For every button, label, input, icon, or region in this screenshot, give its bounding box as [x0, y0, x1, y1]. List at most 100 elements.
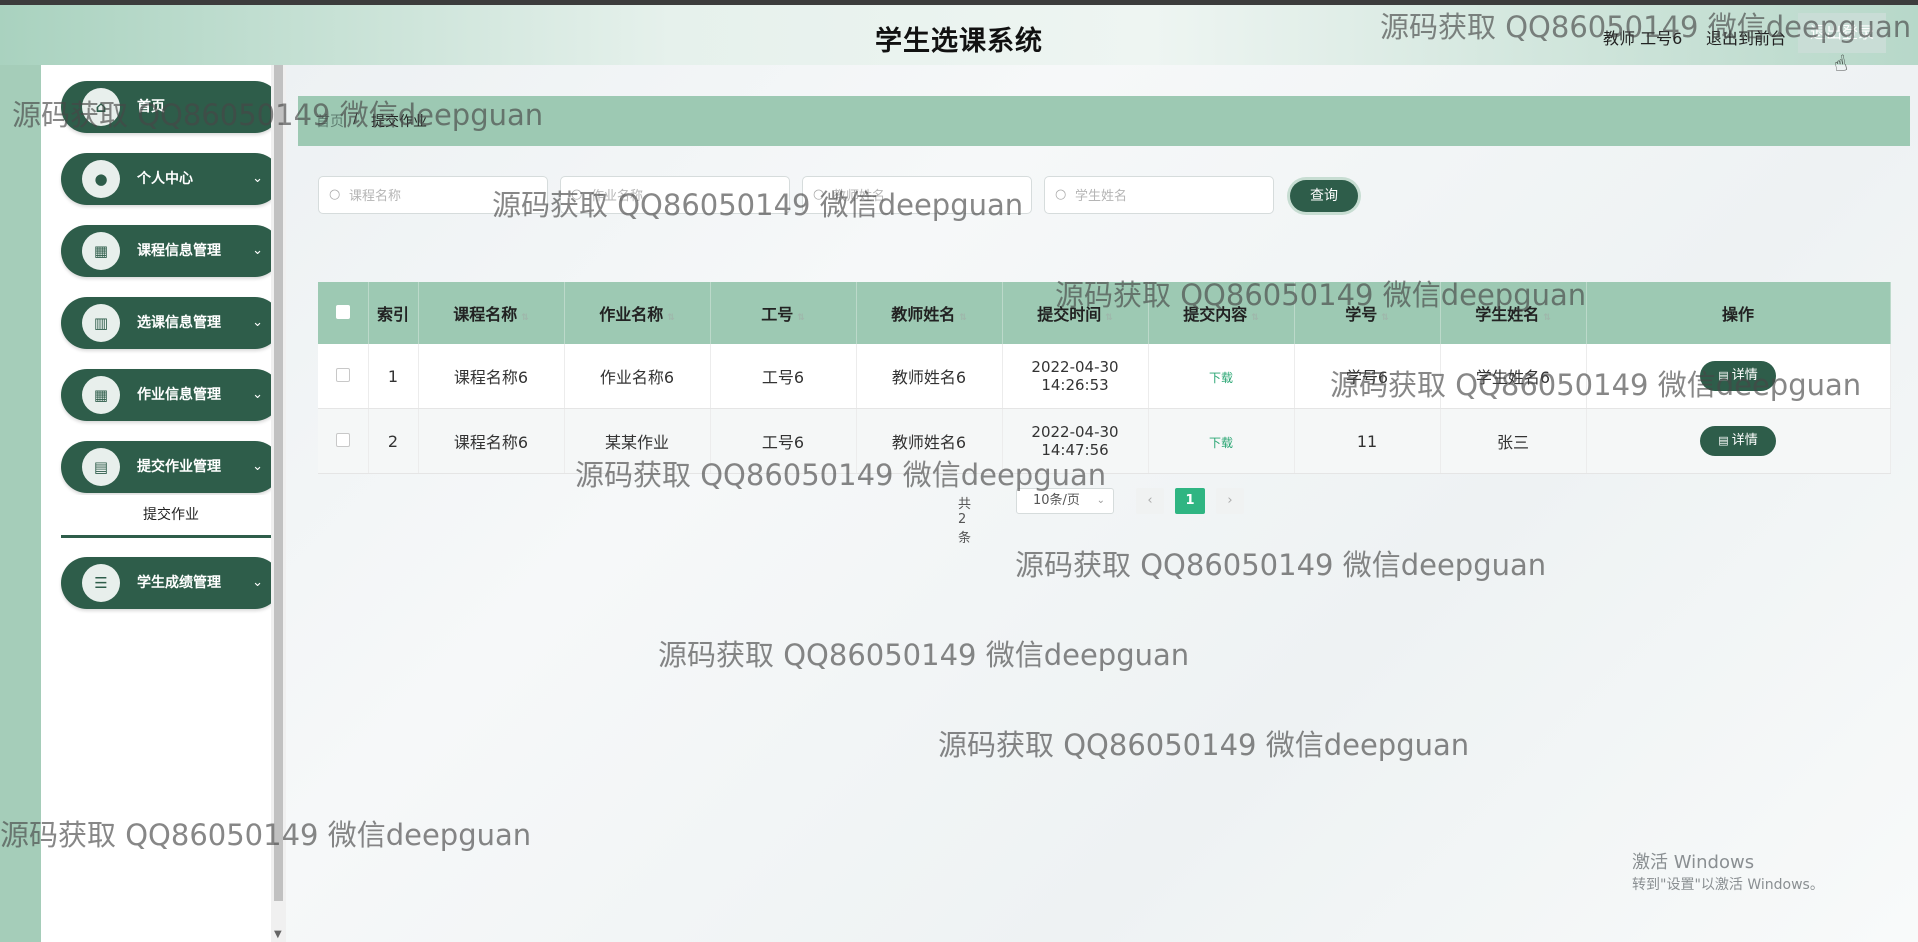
list-icon: ☰ [82, 564, 120, 602]
watermark: 源码获取 QQ86050149 微信deepguan [658, 638, 1190, 672]
row-select-cell[interactable] [318, 344, 369, 409]
sidebar-item-course-info[interactable]: ▦ 课程信息管理 ⌄ [61, 225, 281, 277]
select-all-cell[interactable] [318, 282, 369, 344]
sort-icon[interactable]: ⇅ [667, 313, 675, 323]
book-icon: ▥ [82, 304, 120, 342]
detail-button[interactable]: ▤ 详情 [1700, 426, 1776, 456]
column-header[interactable]: 提交时间 ⇅ [1002, 282, 1149, 344]
sort-icon[interactable]: ⇅ [1543, 313, 1551, 323]
grid-icon: ▦ [82, 376, 120, 414]
row-checkbox[interactable] [335, 367, 350, 382]
job-no-cell: 工号6 [710, 408, 857, 474]
student-name-search[interactable]: ○ [1044, 176, 1274, 214]
sidebar-item-label: 个人中心 [137, 171, 193, 187]
query-button[interactable]: 查询 [1290, 180, 1358, 212]
download-link[interactable]: 下载 [1209, 371, 1233, 385]
breadcrumb: 首页 / 提交作业 [298, 96, 1910, 146]
homework-cell: 某某作业 [564, 408, 711, 474]
sidebar-item-label: 提交作业管理 [137, 459, 221, 475]
chevron-down-icon: ⌄ [252, 243, 263, 258]
scrollbar-thumb[interactable] [274, 65, 283, 901]
current-user: 教师 工号6 [1603, 29, 1683, 48]
search-icon: ○ [329, 187, 341, 202]
search-icon: ○ [571, 187, 583, 202]
student-name-input[interactable] [1073, 182, 1267, 210]
page-number-button[interactable]: 1 [1175, 488, 1205, 514]
logout-button[interactable]: 退出登录 [1798, 13, 1886, 53]
table-row: 1 课程名称6 作业名称6 工号6 教师姓名6 2022-04-30 14:26… [318, 344, 1891, 409]
search-icon: ○ [813, 187, 825, 202]
sidebar-accent-strip [0, 65, 41, 942]
next-page-button[interactable]: › [1216, 488, 1244, 514]
column-header[interactable]: 学号 ⇅ [1294, 282, 1441, 344]
column-header[interactable]: 教师姓名 ⇅ [856, 282, 1003, 344]
time-cell: 2022-04-30 14:26:53 [1002, 344, 1149, 409]
sidebar-item-home[interactable]: ⌂ 首页 [61, 81, 281, 133]
sort-icon[interactable]: ⇅ [1105, 313, 1113, 323]
student-no-cell: 学号6 [1294, 344, 1441, 409]
chevron-down-icon: ⌄ [252, 315, 263, 330]
column-header[interactable]: 工号 ⇅ [710, 282, 857, 344]
course-name-input[interactable] [347, 182, 541, 210]
homework-cell: 作业名称6 [564, 344, 711, 409]
sidebar-item-label: 选课信息管理 [137, 315, 221, 331]
column-header[interactable]: 提交内容 ⇅ [1148, 282, 1295, 344]
grid-icon: ▦ [82, 232, 120, 270]
row-checkbox[interactable] [335, 432, 350, 447]
homework-name-input[interactable] [589, 182, 783, 210]
teacher-cell: 教师姓名6 [856, 408, 1003, 474]
sort-icon[interactable]: ⇅ [1251, 313, 1259, 323]
action-cell: ▤ 详情 [1586, 344, 1891, 409]
submission-table: 索引 课程名称 ⇅ 作业名称 ⇅ 工号 ⇅ 教师姓名 ⇅ 提交时间 ⇅ 提交内容 ⇅ 学号 ⇅… [318, 282, 1891, 474]
breadcrumb-home[interactable]: 首页 [316, 111, 344, 131]
column-header[interactable]: 课程名称 ⇅ [418, 282, 565, 344]
page-size-select[interactable]: 10条/页 ⌄ [1016, 488, 1114, 514]
chevron-down-icon: ⌄ [252, 387, 263, 402]
index-cell: 1 [368, 344, 419, 409]
document-icon: ▤ [1718, 369, 1729, 382]
scroll-down-arrow-icon[interactable]: ▼ [274, 929, 282, 940]
column-header[interactable]: 学生姓名 ⇅ [1440, 282, 1587, 344]
sort-icon[interactable]: ⇅ [797, 313, 805, 323]
homework-name-search[interactable]: ○ [560, 176, 790, 214]
detail-button[interactable]: ▤ 详情 [1700, 361, 1776, 391]
pagination-total: 共 2 条 [958, 497, 972, 546]
student-cell: 张三 [1440, 408, 1587, 474]
watermark: 源码获取 QQ86050149 微信deepguan [1015, 548, 1547, 582]
document-icon: ▤ [82, 448, 120, 486]
sidebar-item-selection-info[interactable]: ▥ 选课信息管理 ⌄ [61, 297, 281, 349]
student-no-cell: 11 [1294, 408, 1441, 474]
sidebar-scrollbar[interactable]: ▼ [271, 65, 286, 942]
student-cell: 学生姓名6 [1440, 344, 1587, 409]
sidebar-item-grades[interactable]: ☰ 学生成绩管理 ⌄ [61, 557, 281, 609]
windows-activation-title: 激活 Windows [1632, 852, 1755, 873]
select-all-checkbox[interactable] [335, 304, 350, 319]
teacher-cell: 教师姓名6 [856, 344, 1003, 409]
column-header: 索引 [368, 282, 419, 344]
column-header[interactable]: 作业名称 ⇅ [564, 282, 711, 344]
sidebar-item-label: 首页 [137, 99, 165, 115]
chevron-down-icon: ⌄ [252, 171, 263, 186]
prev-page-button[interactable]: ‹ [1136, 488, 1164, 514]
row-select-cell[interactable] [318, 408, 369, 474]
download-link[interactable]: 下载 [1209, 436, 1233, 450]
sort-icon[interactable]: ⇅ [521, 313, 529, 323]
table-row: 2 课程名称6 某某作业 工号6 教师姓名6 2022-04-30 14:47:… [318, 408, 1891, 474]
breadcrumb-separator: / [353, 111, 358, 127]
app-header: 学生选课系统 教师 工号6 退出到前台 退出登录 [0, 5, 1918, 65]
front-page-link[interactable]: 退出到前台 [1706, 25, 1786, 49]
sidebar-item-submission[interactable]: ▤ 提交作业管理 ⌄ [61, 441, 281, 493]
course-cell: 课程名称6 [418, 408, 565, 474]
sidebar-subitem-submit-homework[interactable]: 提交作业 [61, 495, 281, 538]
chevron-down-icon: ⌄ [1096, 495, 1105, 506]
sidebar-item-homework-info[interactable]: ▦ 作业信息管理 ⌄ [61, 369, 281, 421]
sort-icon[interactable]: ⇅ [959, 313, 967, 323]
sort-icon[interactable]: ⇅ [1381, 313, 1389, 323]
sidebar-item-label: 作业信息管理 [137, 387, 221, 403]
sidebar-item-personal-center[interactable]: ● 个人中心 ⌄ [61, 153, 281, 205]
action-cell: ▤ 详情 [1586, 408, 1891, 474]
teacher-name-input[interactable] [831, 182, 1025, 210]
home-icon: ⌂ [82, 88, 120, 126]
course-name-search[interactable]: ○ [318, 176, 548, 214]
teacher-name-search[interactable]: ○ [802, 176, 1032, 214]
